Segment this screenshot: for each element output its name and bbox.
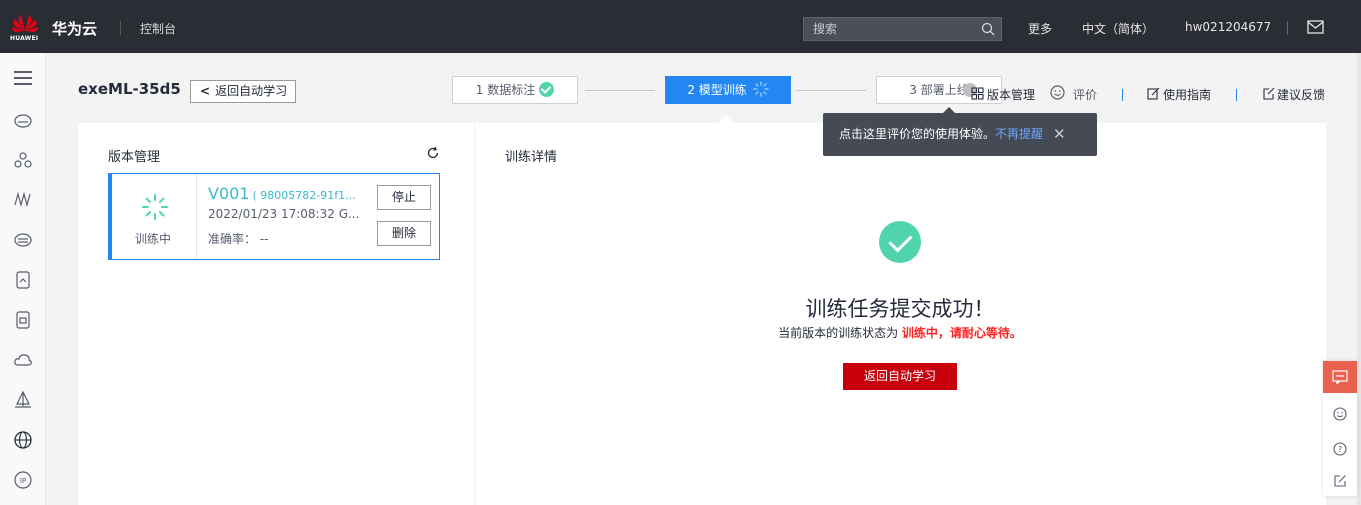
search-input[interactable] [804, 18, 974, 40]
loading-spinner-icon [142, 194, 168, 220]
smile-icon[interactable] [1333, 407, 1347, 421]
refresh-icon[interactable] [426, 146, 440, 160]
training-status-message: 当前版本的训练状态为 训练中，请耐心等待。 [740, 324, 1060, 341]
user-guide-link[interactable]: 使用指南 [1163, 86, 1211, 103]
search-icon[interactable] [981, 22, 995, 36]
step-connector [585, 90, 655, 91]
stop-button[interactable]: 停止 [377, 185, 431, 210]
container-icon[interactable] [12, 309, 34, 331]
chat-button[interactable] [1323, 361, 1357, 393]
page-title: exeML-35d5 [78, 80, 181, 98]
status-prefix: 当前版本的训练状态为 [778, 326, 902, 340]
feedback-link[interactable]: 建议反馈 [1277, 86, 1325, 103]
check-circle-icon [539, 82, 555, 97]
console-link[interactable]: 控制台 [140, 20, 176, 37]
database-icon[interactable] [12, 269, 34, 291]
training-detail-title: 训练详情 [505, 150, 558, 165]
feedback-icon[interactable] [1262, 87, 1275, 100]
scrollbar-track[interactable] [1357, 53, 1361, 505]
divider [1236, 89, 1237, 101]
version-hash: ( 98005782-91f1... [252, 189, 356, 202]
step-model-training[interactable]: 2 模型训练 [665, 76, 791, 104]
version-accuracy: 准确率： -- [208, 230, 269, 247]
back-to-automl-primary-button[interactable]: 返回自动学习 [843, 363, 957, 390]
version-time: 2022/01/23 17:08:32 G... [208, 207, 360, 221]
version-management-link[interactable]: 版本管理 [987, 86, 1035, 103]
divider [120, 21, 121, 35]
success-title: 训练任务提交成功！ [805, 297, 995, 321]
version-name[interactable]: V001( 98005782-91f1... [208, 184, 356, 203]
rating-tooltip: 点击这里评价您的使用体验。不再提醒 ✕ [823, 107, 1097, 156]
accuracy-value: -- [259, 232, 269, 246]
version-panel-title: 版本管理 [108, 150, 161, 165]
version-status: 训练中 [112, 174, 197, 259]
cloud-icon[interactable] [12, 349, 34, 371]
help-icon[interactable]: ? [1333, 442, 1347, 456]
back-to-automl-button[interactable]: < 返回自动学习 [190, 80, 296, 103]
loading-spinner-icon [752, 81, 769, 97]
dont-remind-link[interactable]: 不再提醒 [995, 127, 1043, 141]
accuracy-label: 准确率： [208, 232, 257, 246]
language-selector[interactable]: 中文（简体） [1082, 20, 1154, 37]
step-label: 3 部署上线 [909, 83, 969, 97]
cloud-server-icon[interactable] [12, 110, 34, 132]
divider [1287, 21, 1288, 35]
delete-button[interactable]: 删除 [377, 221, 431, 246]
left-nav: IP [0, 53, 46, 505]
step-pointer [718, 115, 734, 123]
close-icon[interactable]: ✕ [1053, 113, 1066, 156]
logo-text: HUAWEI [10, 35, 39, 42]
step-label: 1 数据标注 [475, 83, 536, 97]
version-label: V001 [208, 184, 250, 203]
user-account[interactable]: hw021204677 [1185, 20, 1271, 34]
success-check-icon [879, 221, 921, 263]
smile-icon[interactable] [1050, 85, 1065, 100]
version-card[interactable]: 训练中 V001( 98005782-91f1... 2022/01/23 17… [108, 173, 440, 260]
status-highlight: 训练中，请耐心等待。 [901, 326, 1022, 340]
divider [1122, 89, 1123, 101]
monitor-icon[interactable] [12, 188, 34, 210]
network-icon[interactable] [12, 149, 34, 171]
tooltip-text: 点击这里评价您的使用体验。 [839, 127, 996, 141]
rate-link[interactable]: 评价 [1073, 86, 1097, 103]
back-button-label: 返回自动学习 [215, 84, 288, 98]
globe-icon[interactable] [12, 429, 34, 451]
status-text: 训练中 [135, 232, 172, 246]
svg-text:IP: IP [20, 477, 26, 485]
top-bar: HUAWEI 华为云 控制台 更多 中文（简体） hw021204677 [0, 0, 1361, 53]
step-data-labeling[interactable]: 1 数据标注 [452, 76, 578, 104]
edit-icon[interactable] [1333, 474, 1347, 488]
brand-name[interactable]: 华为云 [52, 18, 97, 39]
edit-guide-icon[interactable] [1147, 87, 1160, 100]
step-label: 2 模型训练 [687, 83, 747, 97]
step-connector [796, 90, 866, 91]
more-menu[interactable]: 更多 [1028, 20, 1052, 37]
grid-icon[interactable] [971, 87, 984, 100]
svg-text:?: ? [1338, 445, 1342, 454]
chevron-left-icon: < [200, 84, 211, 98]
ip-icon[interactable]: IP [12, 469, 34, 491]
mail-icon[interactable] [1307, 20, 1324, 34]
menu-icon[interactable] [12, 67, 34, 89]
search-box[interactable] [803, 17, 1002, 41]
storage-icon[interactable] [12, 229, 34, 251]
deploy-icon[interactable] [12, 389, 34, 411]
floating-toolbar: ? [1323, 361, 1357, 496]
chat-icon [1332, 370, 1348, 384]
